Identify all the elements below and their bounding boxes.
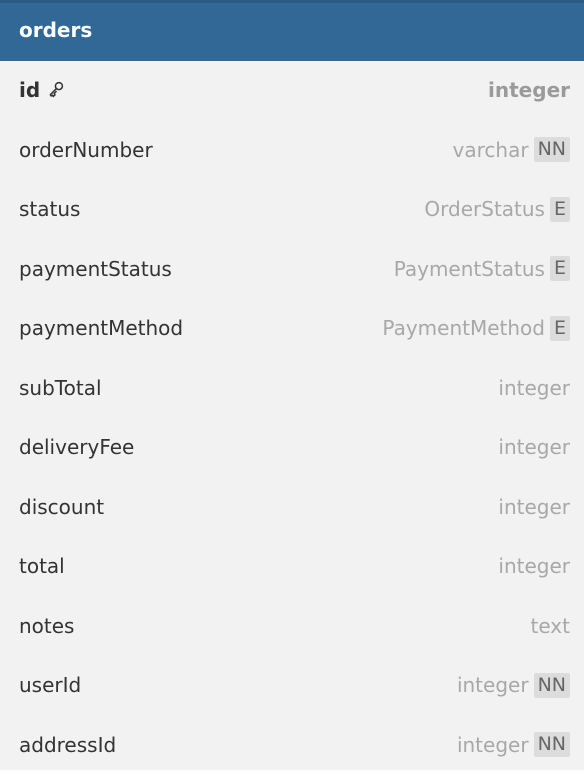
field-row-discount[interactable]: discount integer (0, 478, 584, 538)
field-name: status (19, 195, 80, 223)
field-type: PaymentMethod (382, 314, 545, 342)
field-row-notes[interactable]: notes text (0, 597, 584, 657)
field-name: orderNumber (19, 136, 153, 164)
field-type-wrap: integer NN (457, 671, 570, 699)
field-row-paymentStatus[interactable]: paymentStatus PaymentStatus E (0, 240, 584, 300)
field-type: PaymentStatus (394, 255, 545, 283)
field-name: id (19, 76, 66, 104)
field-name: userId (19, 671, 81, 699)
field-type-wrap: integer (498, 552, 570, 580)
field-type: integer (498, 552, 570, 580)
table-card-orders[interactable]: orders id integer orderNumber varchar NN… (0, 0, 584, 770)
enum-badge: E (550, 256, 570, 281)
field-row-paymentMethod[interactable]: paymentMethod PaymentMethod E (0, 299, 584, 359)
field-type: OrderStatus (424, 195, 545, 223)
field-type: integer (457, 671, 529, 699)
field-row-deliveryFee[interactable]: deliveryFee integer (0, 418, 584, 478)
field-type-wrap: PaymentStatus E (394, 255, 570, 283)
field-type-wrap: text (531, 612, 570, 640)
field-name: addressId (19, 731, 116, 759)
field-name-label: id (19, 78, 40, 102)
field-row-orderNumber[interactable]: orderNumber varchar NN (0, 121, 584, 181)
field-row-total[interactable]: total integer (0, 537, 584, 597)
field-name: paymentStatus (19, 255, 172, 283)
field-row-id[interactable]: id integer (0, 61, 584, 121)
field-list: id integer orderNumber varchar NN status… (0, 61, 584, 775)
field-name: notes (19, 612, 74, 640)
not-null-badge: NN (534, 732, 570, 757)
field-type-wrap: integer (498, 493, 570, 521)
field-type-wrap: integer (498, 374, 570, 402)
field-type-wrap: integer (498, 433, 570, 461)
field-type: integer (498, 433, 570, 461)
field-type-wrap: integer (488, 76, 570, 104)
not-null-badge: NN (534, 137, 570, 162)
field-type: integer (498, 374, 570, 402)
field-type: text (531, 612, 570, 640)
field-name: deliveryFee (19, 433, 134, 461)
field-type: integer (498, 493, 570, 521)
field-type-wrap: varchar NN (453, 136, 570, 164)
enum-badge: E (550, 316, 570, 341)
field-row-userId[interactable]: userId integer NN (0, 656, 584, 716)
field-type: integer (457, 731, 529, 759)
field-name: subTotal (19, 374, 102, 402)
field-type-wrap: OrderStatus E (424, 195, 570, 223)
table-header[interactable]: orders (0, 0, 584, 61)
key-icon (46, 79, 66, 99)
field-name: discount (19, 493, 104, 521)
field-type-wrap: PaymentMethod E (382, 314, 570, 342)
field-type: integer (488, 76, 570, 104)
field-name: paymentMethod (19, 314, 183, 342)
field-row-status[interactable]: status OrderStatus E (0, 180, 584, 240)
table-title: orders (19, 16, 92, 44)
field-row-subTotal[interactable]: subTotal integer (0, 359, 584, 419)
field-row-addressId[interactable]: addressId integer NN (0, 716, 584, 775)
field-type-wrap: integer NN (457, 731, 570, 759)
enum-badge: E (550, 197, 570, 222)
not-null-badge: NN (534, 673, 570, 698)
field-type: varchar (453, 136, 529, 164)
field-name: total (19, 552, 65, 580)
